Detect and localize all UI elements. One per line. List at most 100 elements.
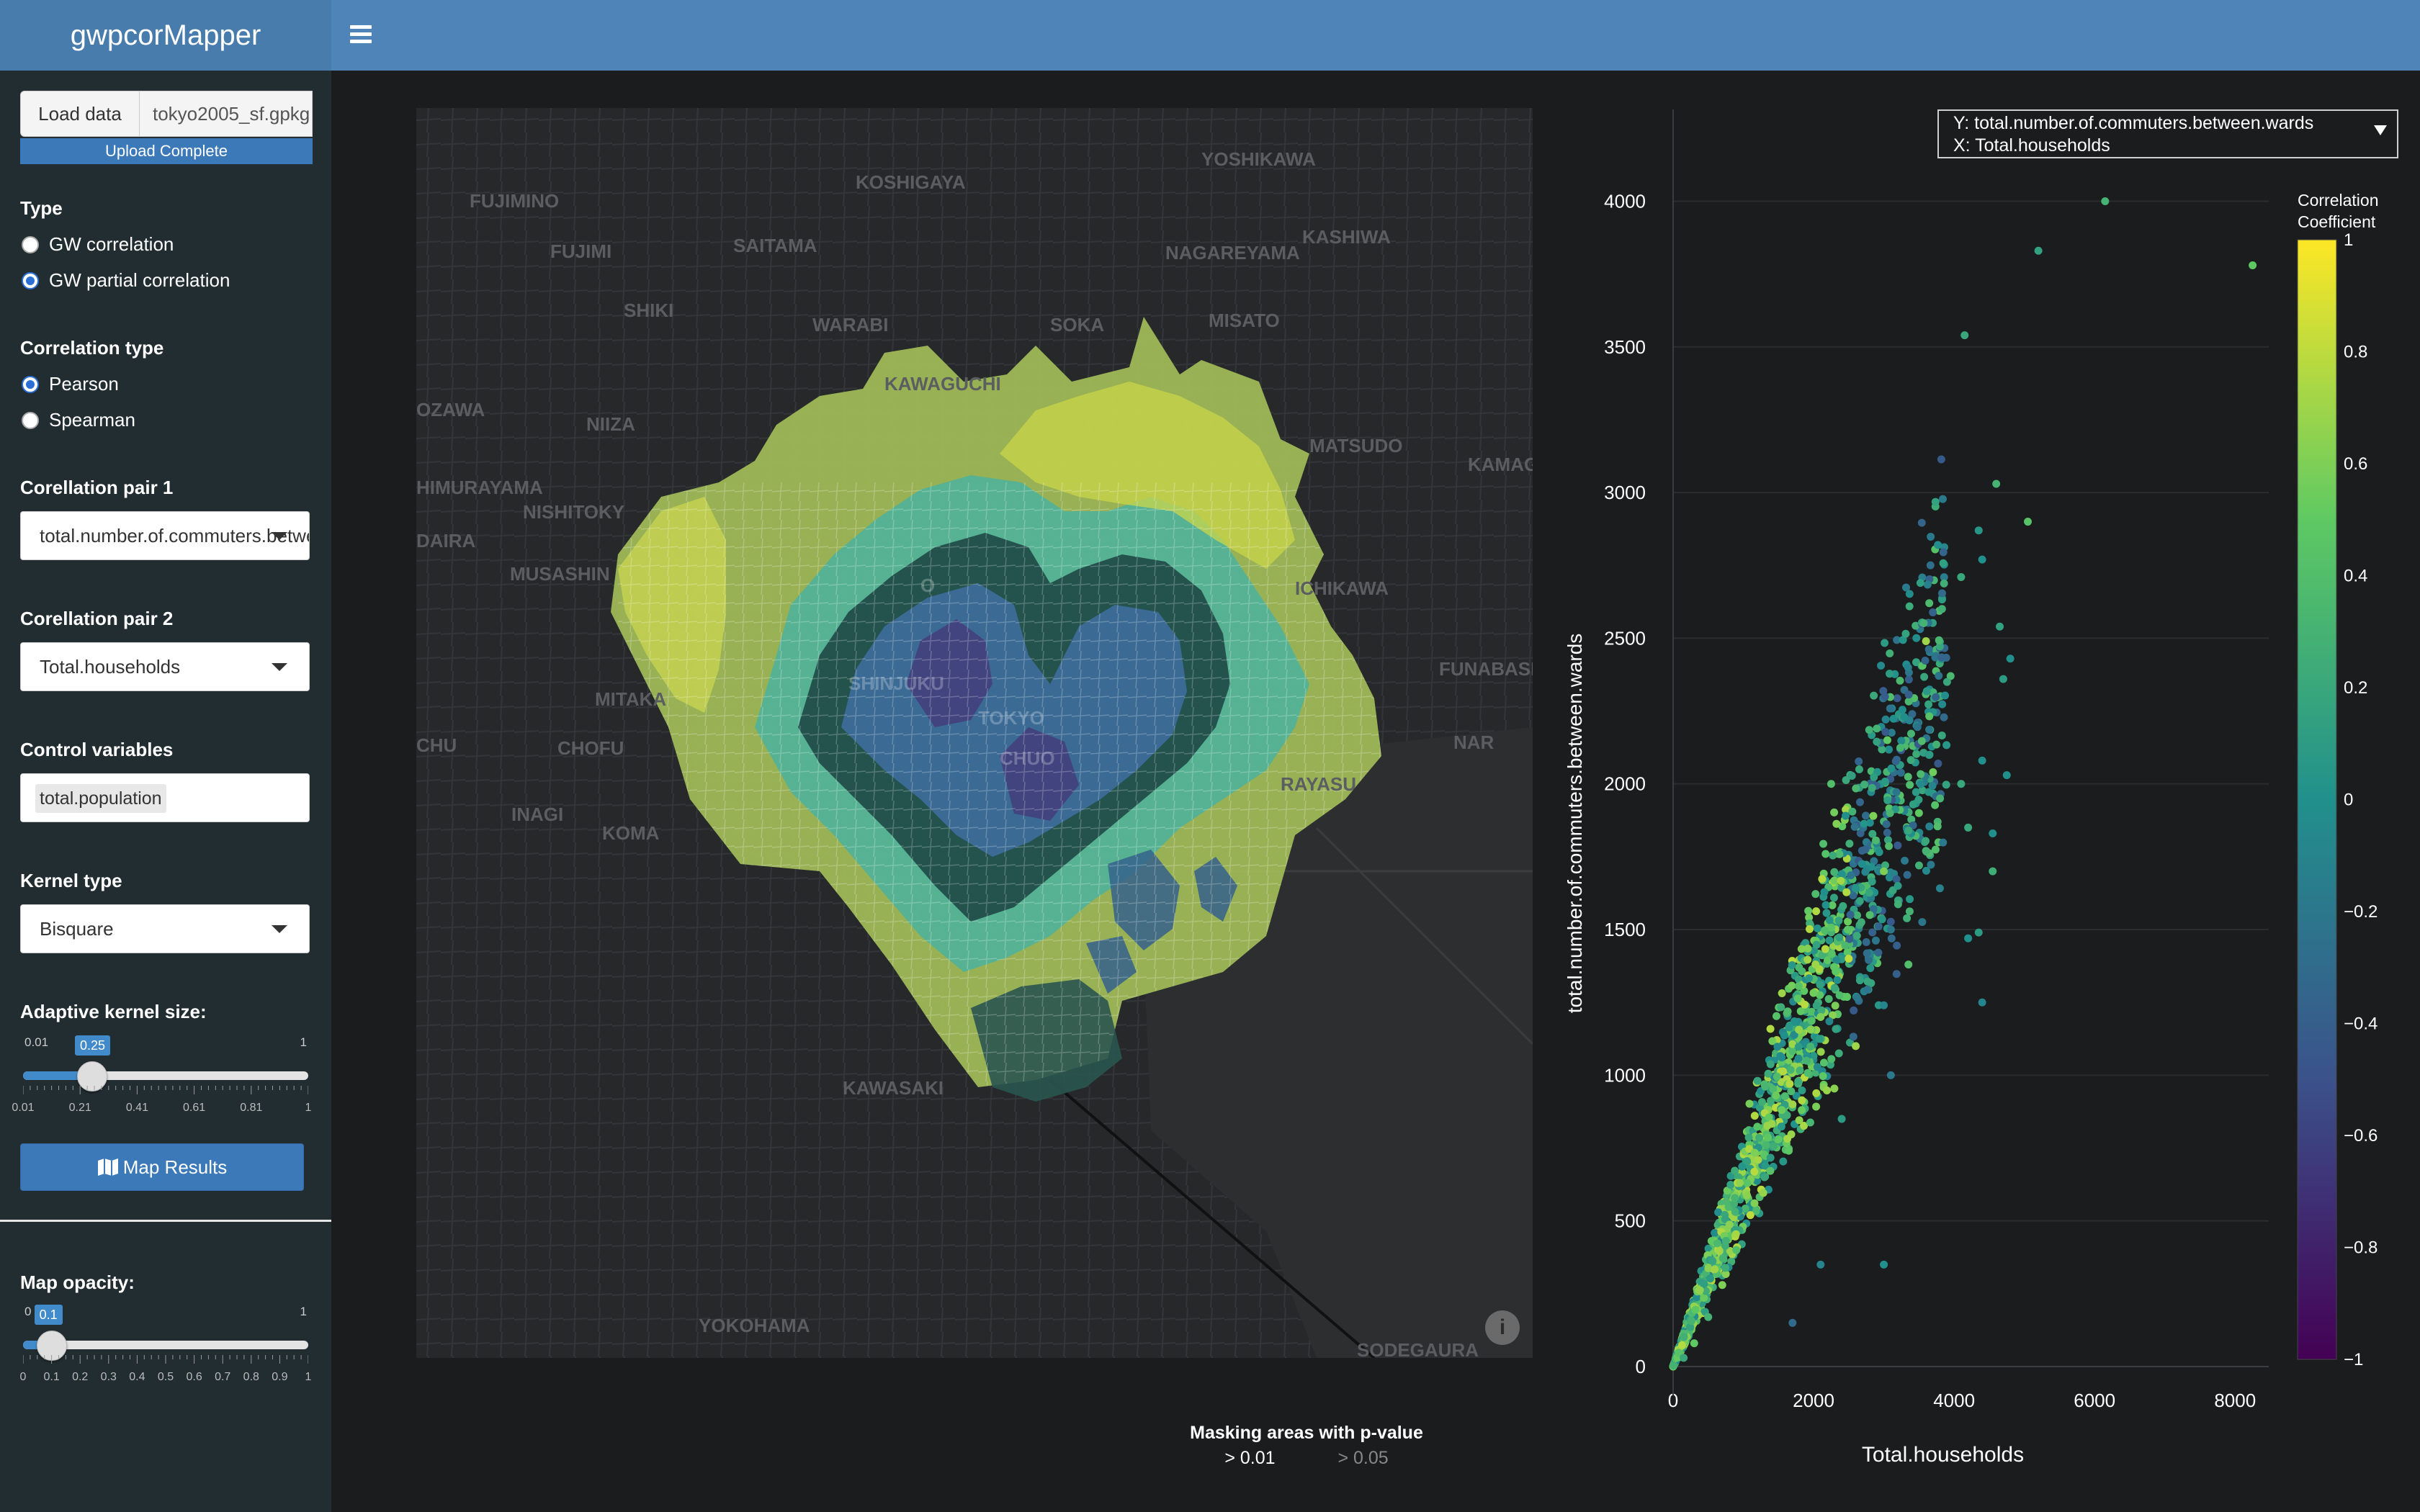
scatter-point[interactable] [1893, 941, 1901, 950]
scatter-point[interactable] [1938, 700, 1947, 708]
scatter-point[interactable] [1816, 1048, 1825, 1056]
scatter-point[interactable] [1853, 911, 1862, 919]
control-variables-input[interactable]: total.population [20, 773, 310, 822]
scatter-point[interactable] [1869, 811, 1878, 820]
scatter-point[interactable] [1680, 1354, 1688, 1362]
scatter-point[interactable] [1917, 770, 1925, 778]
scatter-point[interactable] [1731, 1207, 1739, 1216]
scatter-point[interactable] [1812, 1002, 1821, 1010]
scatter-point[interactable] [1842, 888, 1851, 896]
scatter-point[interactable] [1816, 981, 1824, 989]
scatter-point[interactable] [1721, 1236, 1730, 1245]
scatter-point[interactable] [1821, 945, 1829, 953]
scatter-point[interactable] [1866, 964, 1875, 973]
scatter-point[interactable] [1913, 723, 1922, 732]
scatter-point[interactable] [1925, 725, 1934, 734]
scatter-point[interactable] [1732, 1246, 1741, 1254]
scatter-point[interactable] [1811, 890, 1820, 899]
scatter-point[interactable] [1777, 1122, 1785, 1131]
scatter-point[interactable] [1820, 888, 1829, 896]
scatter-point[interactable] [1731, 1194, 1739, 1202]
scatter-point[interactable] [1922, 866, 1930, 875]
scatter-point[interactable] [1857, 860, 1866, 868]
scatter-point[interactable] [1783, 1135, 1792, 1143]
scatter-point[interactable] [1917, 737, 1926, 745]
scatter-point[interactable] [1904, 826, 1913, 834]
scatter-point[interactable] [1766, 1153, 1775, 1162]
scatter-point[interactable] [1872, 836, 1881, 845]
scatter-point[interactable] [1886, 917, 1895, 926]
scatter-point[interactable] [1797, 945, 1806, 953]
scatter-point[interactable] [1920, 672, 1929, 681]
scatter-point[interactable] [1881, 778, 1889, 786]
scatter-point[interactable] [1887, 764, 1896, 773]
scatter-point[interactable] [1794, 1054, 1803, 1063]
scatter-point[interactable] [1721, 1264, 1729, 1272]
scatter-point[interactable] [1843, 925, 1852, 934]
scatter-point[interactable] [1868, 877, 1876, 886]
scatter-point[interactable] [1811, 960, 1820, 968]
scatter-point[interactable] [1798, 1096, 1806, 1104]
scatter-point[interactable] [1925, 750, 1934, 759]
scatter-point[interactable] [1863, 949, 1871, 958]
scatter-point[interactable] [1829, 851, 1837, 860]
scatter-point[interactable] [1794, 1043, 1803, 1051]
scatter-point[interactable] [1731, 1166, 1739, 1175]
scatter-point[interactable] [1919, 618, 1928, 627]
scatter-point[interactable] [1812, 940, 1821, 949]
scatter-point[interactable] [2249, 261, 2257, 269]
scatter-point[interactable] [1912, 788, 1920, 796]
scatter-point[interactable] [1823, 1086, 1832, 1095]
scatter-point[interactable] [1942, 653, 1950, 662]
scatter-point[interactable] [1881, 728, 1890, 737]
scatter-point[interactable] [1883, 829, 1891, 837]
scatter-point[interactable] [1925, 712, 1934, 721]
scatter-point[interactable] [1780, 1092, 1789, 1101]
scatter-point[interactable] [1881, 715, 1890, 724]
scatter-point[interactable] [1894, 900, 1902, 909]
scatter-point[interactable] [1927, 532, 1935, 541]
scatter-point[interactable] [1767, 1120, 1776, 1128]
scatter-point[interactable] [1805, 924, 1814, 933]
scatter-point[interactable] [1855, 976, 1864, 985]
scatter-point[interactable] [1862, 938, 1870, 947]
kernel-type-select[interactable]: Bisquare [20, 904, 310, 953]
scatter-point[interactable] [1790, 1017, 1798, 1025]
scatter-point[interactable] [1835, 850, 1844, 858]
scatter-point[interactable] [1766, 1060, 1775, 1068]
info-icon[interactable]: i [1485, 1310, 1520, 1345]
scatter-point[interactable] [1761, 1082, 1770, 1091]
scatter-point[interactable] [1818, 875, 1827, 883]
scatter-point[interactable] [1881, 639, 1889, 647]
scatter-point[interactable] [1824, 994, 1833, 1003]
scatter-point[interactable] [1905, 907, 1914, 916]
scatter-point[interactable] [1743, 1179, 1752, 1187]
scatter-point[interactable] [1868, 928, 1877, 937]
scatter-point[interactable] [1855, 765, 1863, 773]
scatter-point[interactable] [1852, 1042, 1860, 1050]
radio-gw-partial-correlation[interactable]: GW partial correlation [22, 269, 230, 292]
scatter-point[interactable] [1843, 993, 1851, 1002]
scatter-point[interactable] [1794, 1077, 1803, 1086]
scatter-point[interactable] [1741, 1205, 1749, 1213]
scatter-point[interactable] [1878, 915, 1886, 924]
scatter-point[interactable] [1753, 1122, 1762, 1131]
scatter-point[interactable] [1764, 1069, 1773, 1078]
scatter-point[interactable] [1786, 1066, 1795, 1074]
scatter-point[interactable] [1894, 841, 1902, 850]
scatter-point[interactable] [1853, 994, 1862, 1002]
scatter-point[interactable] [1904, 960, 1913, 969]
scatter-point[interactable] [1914, 796, 1923, 804]
scatter-point[interactable] [1852, 784, 1860, 793]
scatter-point[interactable] [1773, 1043, 1782, 1051]
scatter-point[interactable] [1898, 706, 1906, 714]
scatter-point[interactable] [1885, 745, 1894, 754]
scatter-point[interactable] [1978, 555, 1986, 564]
scatter-point[interactable] [1870, 691, 1878, 700]
scatter-point[interactable] [1690, 1339, 1698, 1348]
control-variable-tag[interactable]: total.population [35, 784, 166, 813]
scatter-point[interactable] [1900, 713, 1909, 721]
scatter-point[interactable] [1924, 645, 1933, 654]
scatter-point[interactable] [1974, 928, 1983, 937]
scatter-point[interactable] [1916, 579, 1924, 588]
